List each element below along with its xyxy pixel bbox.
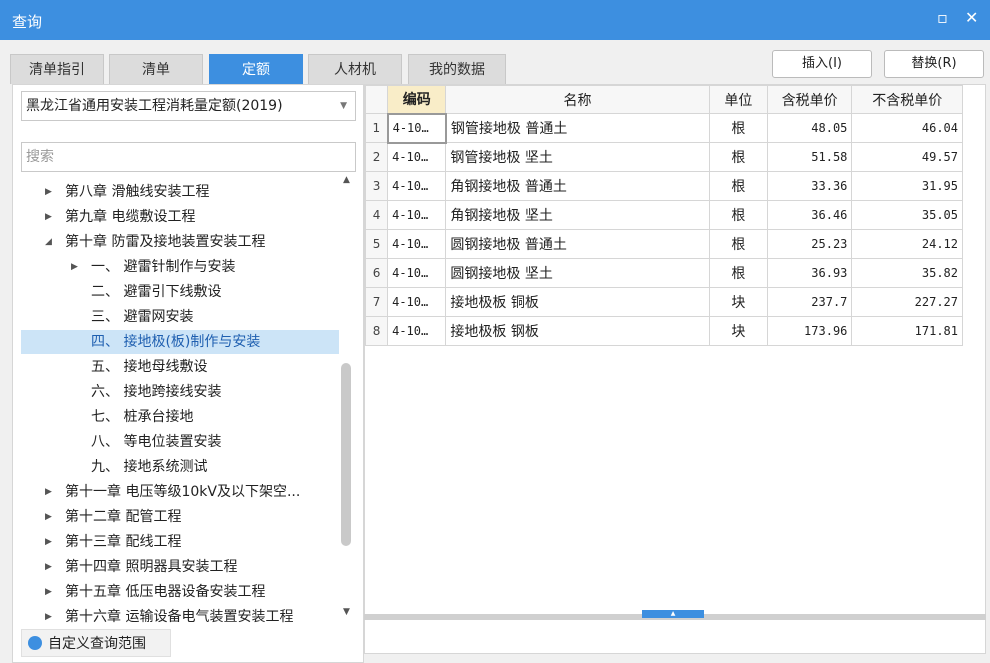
tree-node-chapter-9[interactable]: ▶ 第九章 电缆敷设工程 [21,205,339,229]
maximize-icon[interactable]: ▫ [937,10,948,26]
expand-icon[interactable]: ▶ [71,255,78,279]
tree-scrollbar[interactable]: ▲ ▼ [339,175,357,617]
select-value: 黑龙江省通用安装工程消耗量定额(2019) [26,98,283,114]
tab-materials[interactable]: 人材机 [308,54,402,84]
code-column-header[interactable]: 编码 [387,85,447,114]
tree-node-chapter-11[interactable]: ▶ 第十一章 电压等级10kV及以下架空... [21,480,339,504]
title-bar: 查询 ▫ ✕ [0,0,990,40]
price-tax-column-header[interactable]: 含税单价 [766,85,853,114]
quota-library-select[interactable]: 黑龙江省通用安装工程消耗量定额(2019) ▼ [21,91,356,121]
tab-my-data[interactable]: 我的数据 [408,54,506,84]
tree-node-chapter-13[interactable]: ▶ 第十三章 配线工程 [21,530,339,554]
tree-node-section-1[interactable]: ▶ 一、 避雷针制作与安装 [21,255,339,279]
name-column-header[interactable]: 名称 [445,85,710,114]
collapse-icon[interactable]: ◢ [45,230,52,254]
table-row[interactable]: 1 4-10… 钢管接地极 普通土 根 48.05 46.04 [365,112,963,144]
expand-icon[interactable]: ▶ [45,205,52,229]
close-icon[interactable]: ✕ [965,10,978,26]
row-index-header [365,85,389,114]
chevron-down-icon: ▼ [340,101,347,111]
table-row[interactable]: 7 4-10… 接地极板 铜板 块 237.7 227.27 [365,287,963,317]
table-row[interactable]: 8 4-10… 接地极板 钢板 块 173.96 171.81 [365,316,963,346]
tree-node-section-7[interactable]: 七、 桩承台接地 [21,405,339,429]
expand-icon[interactable]: ▶ [45,555,52,579]
tree-node-section-8[interactable]: 八、 等电位装置安装 [21,430,339,454]
unit-column-header[interactable]: 单位 [708,85,768,114]
tree-node-chapter-15[interactable]: ▶ 第十五章 低压电器设备安装工程 [21,580,339,604]
tab-list-guide[interactable]: 清单指引 [10,54,104,84]
panel-splitter[interactable]: ▲ [364,610,986,620]
insert-button[interactable]: 插入(I) [772,50,872,78]
tree-node-section-9[interactable]: 九、 接地系统测试 [21,455,339,479]
chapter-tree: ▶ 第八章 滑触线安装工程 ▶ 第九章 电缆敷设工程 ◢ 第十章 防雷及接地装置安装工… [21,180,339,663]
tree-node-chapter-14[interactable]: ▶ 第十四章 照明器具安装工程 [21,555,339,579]
price-notax-column-header[interactable]: 不含税单价 [851,85,963,114]
tree-node-chapter-10[interactable]: ◢ 第十章 防雷及接地装置安装工程 [21,230,339,254]
tree-node-section-4[interactable]: 四、 接地极(板)制作与安装 [21,330,339,354]
table-row[interactable]: 6 4-10… 圆钢接地极 坚土 根 36.93 35.82 [365,258,963,288]
scroll-up-icon[interactable]: ▲ [343,175,350,185]
expand-icon[interactable]: ▶ [45,480,52,504]
expand-icon[interactable]: ▶ [45,530,52,554]
replace-button[interactable]: 替换(R) [884,50,984,78]
dialog-body: 清单指引 清单 定额 人材机 我的数据 插入(I) 替换(R) 黑龙江省通用安装… [0,40,990,663]
tree-node-chapter-12[interactable]: ▶ 第十二章 配管工程 [21,505,339,529]
expand-icon[interactable]: ▶ [45,505,52,529]
tab-quota[interactable]: 定额 [209,54,303,84]
left-panel: 黑龙江省通用安装工程消耗量定额(2019) ▼ ▶第八章 滑触线安装工程 ▶第九… [12,84,364,663]
table-row[interactable]: 2 4-10… 钢管接地极 坚土 根 51.58 49.57 [365,142,963,172]
tree-node-section-6[interactable]: 六、 接地跨接线安装 [21,380,339,404]
table-header-row: 编码 名称 单位 含税单价 不含税单价 [365,85,963,114]
splitter-grip-icon[interactable]: ▲ [642,610,704,618]
tab-list[interactable]: 清单 [109,54,203,84]
search-input[interactable] [21,142,356,172]
window-title: 查询 [12,13,43,31]
tree-node-section-2[interactable]: 二、 避雷引下线敷设 [21,280,339,304]
expand-icon[interactable]: ▶ [45,180,52,204]
tree-node-chapter-8[interactable]: ▶ 第八章 滑触线安装工程 [21,180,339,204]
table-row[interactable]: 4 4-10… 角钢接地极 坚土 根 36.46 35.05 [365,200,963,230]
scroll-thumb[interactable] [341,363,351,546]
results-table: 编码 名称 单位 含税单价 不含税单价 1 4-10… 钢管接地极 普通土 根 … [365,85,963,346]
tree-node-chapter-16[interactable]: ▶ 第十六章 运输设备电气装置安装工程 [21,605,339,629]
table-row[interactable]: 3 4-10… 角钢接地极 普通土 根 33.36 31.95 [365,171,963,201]
custom-scope-button[interactable]: 自定义查询范围 [21,629,171,657]
expand-icon[interactable]: ▶ [45,605,52,629]
search-circle-icon [28,636,42,650]
expand-icon[interactable]: ▶ [45,580,52,604]
tree-node-section-3[interactable]: 三、 避雷网安装 [21,305,339,329]
results-panel: 编码 名称 单位 含税单价 不含税单价 1 4-10… 钢管接地极 普通土 根 … [364,84,986,654]
tree-node-section-5[interactable]: 五、 接地母线敷设 [21,355,339,379]
scroll-down-icon[interactable]: ▼ [343,607,350,617]
table-row[interactable]: 5 4-10… 圆钢接地极 普通土 根 25.23 24.12 [365,229,963,259]
